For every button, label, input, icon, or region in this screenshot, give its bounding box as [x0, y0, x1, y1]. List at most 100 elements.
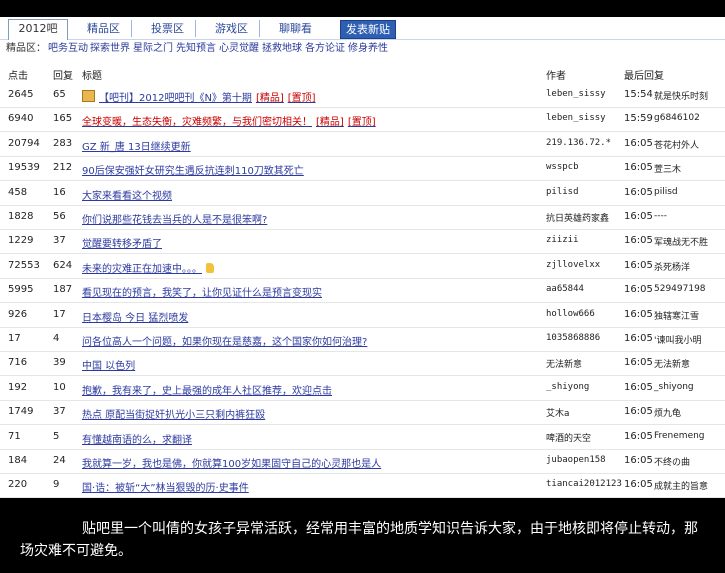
last-reply-user[interactable]: 成就主的旨意	[654, 479, 708, 492]
reply-count: 65	[53, 89, 66, 100]
thread-title-text: 中国 以色列	[82, 361, 136, 373]
thread-title-link[interactable]: 你们说那些花钱去当兵的人是不是很笨啊?	[82, 211, 267, 226]
thread-title-text: 我就算一岁，我也是佛，你就算100岁如果固守自己的心灵那也是人	[82, 459, 382, 470]
last-reply-user[interactable]: 就是快乐时刻	[654, 89, 708, 102]
tab-chat[interactable]: 聊聊看	[268, 20, 323, 37]
last-reply-user[interactable]: 不终の曲	[654, 455, 690, 468]
subnav-item[interactable]: 探索世界	[90, 39, 130, 59]
tab-featured[interactable]: 精品区	[76, 20, 132, 37]
author-link[interactable]: leben_sissy	[546, 89, 606, 99]
thread-row[interactable]: 20794 283 GZ 新_唐 13日继续更新 219.136.72.* 16:05 苍…	[0, 132, 725, 157]
author-link[interactable]: 抗日英雄药家鑫	[546, 211, 609, 224]
author-link[interactable]: zjllovelxx	[546, 260, 600, 270]
thread-row[interactable]: 184 24 我就算一岁，我也是佛，你就算100岁如果固守自己的心灵那也是人 juba…	[0, 449, 725, 474]
subnav-item[interactable]: 吧务互动	[48, 39, 88, 59]
author-link[interactable]: 1035868886	[546, 333, 600, 343]
author-link[interactable]: jubaopen158	[546, 455, 606, 465]
last-reply-user[interactable]: '谏叫我小明	[654, 333, 701, 346]
thread-row[interactable]: 72553 624 未来的灾难正在加速中。。。 zjllovelxx 16:05 杀死杨洋	[0, 254, 725, 279]
click-count: 1749	[8, 406, 34, 418]
thread-row[interactable]: 926 17 日本樱岛 今日 猛烈喷发 hollow666 16:05 独辖寒江雪	[0, 303, 725, 328]
last-reply-user[interactable]: 独辖寒江雪	[654, 309, 699, 322]
caption-text: 贴吧里一个叫倩的女孩子异常活跃，经常用丰富的地质学知识告诉大家，由于地核即将停止…	[20, 518, 710, 562]
new-post-button[interactable]: 发表新贴	[340, 20, 396, 39]
last-reply-user[interactable]: g6846102	[654, 113, 700, 123]
thread-title-text: 全球变暖，生态失衡，灾难频繁，与我们密切相关！	[82, 117, 312, 129]
last-reply-user[interactable]: pilisd	[654, 187, 678, 197]
thread-row[interactable]: 19539 212 90后保安强奸女研究生遇反抗连刺110刀致其死亡 wsspcb 16…	[0, 156, 725, 182]
subnav-item[interactable]: 各方论证	[305, 39, 345, 59]
thread-title-link[interactable]: 有懂越南语的么，求翻译	[82, 431, 192, 446]
last-reply-time: 16:05	[624, 430, 653, 442]
last-reply-user[interactable]: Frenemeng	[654, 431, 705, 441]
thread-row[interactable]: 192 10 抱歉，我有来了，史上最强的成年人社区推荐，欢迎点击 _shiyong 16…	[0, 376, 725, 401]
thread-title-link[interactable]: 问各位高人一个问题，如果你现在是慈嘉，这个国家你如何治理?	[82, 333, 367, 348]
author-link[interactable]: _shiyong	[546, 382, 589, 392]
author-link[interactable]: hollow666	[546, 309, 595, 319]
author-link[interactable]: 219.136.72.*	[546, 138, 611, 148]
last-reply-time: 16:05	[624, 308, 653, 320]
thread-title-link[interactable]: 【吧刊】2012吧吧刊《N》第十期 [精品] [置顶]	[82, 89, 316, 104]
thread-title-link[interactable]: 全球变暖，生态失衡，灾难频繁，与我们密切相关！ [精品] [置顶]	[82, 113, 376, 128]
click-count: 71	[8, 430, 21, 442]
last-reply-user[interactable]: 无法新意	[654, 357, 690, 370]
click-count: 20794	[8, 137, 40, 149]
thread-title-link[interactable]: 中国 以色列	[82, 357, 135, 372]
author-link[interactable]: aa65844	[546, 284, 584, 294]
subnav-item[interactable]: 先知预言	[176, 39, 216, 59]
thread-title-link[interactable]: 90后保安强奸女研究生遇反抗连刺110刀致其死亡	[82, 162, 304, 177]
author-link[interactable]: wsspcb	[546, 162, 579, 172]
click-count: 926	[8, 308, 28, 320]
last-reply-user[interactable]: 杀死杨洋	[654, 260, 690, 273]
thread-row[interactable]: 716 39 中国 以色列 无法新意 16:05 无法新意	[0, 351, 725, 377]
click-count: 2645	[8, 89, 34, 100]
author-link[interactable]: leben_sissy	[546, 113, 606, 123]
thread-title-link[interactable]: 国·诰：被斩“大”林当狠毁的历·史事件	[82, 479, 249, 494]
reply-count: 283	[53, 137, 73, 149]
last-reply-user[interactable]: 萱三木	[654, 162, 681, 175]
last-reply-user[interactable]: 529497198	[654, 284, 706, 294]
author-link[interactable]: 无法新意	[546, 357, 582, 370]
author-link[interactable]: 啤酒的天空	[546, 431, 591, 444]
author-link[interactable]: ziizii	[546, 235, 579, 245]
thread-row[interactable]: 2645 65 【吧刊】2012吧吧刊《N》第十期 [精品] [置顶] leben_sis…	[0, 83, 725, 108]
tab-vote[interactable]: 投票区	[140, 20, 196, 37]
subnav-item[interactable]: 拯救地球	[262, 39, 302, 59]
thread-row[interactable]: 1229 37 觉醒要转移矛盾了 ziizii 16:05 军魂战无不胜	[0, 229, 725, 255]
thread-row[interactable]: 5995 187 看见现在的预言，我笑了，让你见证什么是预言变现实 aa65844 16…	[0, 278, 725, 304]
thread-row[interactable]: 6940 165 全球变暖，生态失衡，灾难频繁，与我们密切相关！ [精品] [置顶] le…	[0, 107, 725, 133]
thread-title-link[interactable]: 未来的灾难正在加速中。。。	[82, 260, 214, 275]
thread-title-link[interactable]: GZ 新_唐 13日继续更新	[82, 138, 191, 153]
tab-2012[interactable]: 2012吧	[8, 19, 68, 40]
author-link[interactable]: 艾木a	[546, 406, 569, 419]
last-reply-user[interactable]: ----	[654, 211, 667, 221]
last-reply-user[interactable]: _shiyong	[654, 382, 694, 392]
author-link[interactable]: pilisd	[546, 187, 579, 197]
thread-row[interactable]: 220 9 国·诰：被斩“大”林当狠毁的历·史事件 tiancai2012123 16:…	[0, 473, 725, 499]
thread-title-text: 90后保安强奸女研究生遇反抗连刺110刀致其死亡	[82, 166, 304, 178]
tab-game[interactable]: 游戏区	[204, 20, 260, 37]
subnav-item[interactable]: 星际之门	[133, 39, 173, 59]
thread-row[interactable]: 1828 56 你们说那些花钱去当兵的人是不是很笨啊? 抗日英雄药家鑫 16:05 ---…	[0, 205, 725, 230]
thread-title-link[interactable]: 热点 原配当街捉奸扒光小三只剩内裤狂殴	[82, 406, 265, 421]
last-reply-user[interactable]: 苍花村外人	[654, 138, 699, 151]
thread-title-link[interactable]: 觉醒要转移矛盾了	[82, 235, 162, 250]
last-reply-user[interactable]: 军魂战无不胜	[654, 235, 708, 248]
thread-title-link[interactable]: 日本樱岛 今日 猛烈喷发	[82, 309, 188, 324]
thread-title-link[interactable]: 看见现在的预言，我笑了，让你见证什么是预言变现实	[82, 284, 322, 299]
thread-row[interactable]: 458 16 大家来看看这个视频 pilisd 16:05 pilisd	[0, 181, 725, 206]
thumbs-up-icon	[206, 262, 214, 273]
thread-title-text: 日本樱岛 今日 猛烈喷发	[82, 312, 189, 324]
thread-title-link[interactable]: 大家来看看这个视频	[82, 187, 172, 202]
thread-title-link[interactable]: 我就算一岁，我也是佛，你就算100岁如果固守自己的心灵那也是人	[82, 455, 381, 470]
subnav-item[interactable]: 心灵觉醒	[219, 39, 259, 59]
thread-row[interactable]: 1749 37 热点 原配当街捉奸扒光小三只剩内裤狂殴 艾木a 16:05 烦九龟	[0, 400, 725, 426]
subnav-item[interactable]: 修身养性	[348, 39, 388, 59]
click-count: 458	[8, 186, 28, 198]
thread-row[interactable]: 71 5 有懂越南语的么，求翻译 啤酒的天空 16:05 Frenemeng	[0, 425, 725, 450]
last-reply-user[interactable]: 烦九龟	[654, 406, 681, 419]
author-link[interactable]: tiancai2012123	[546, 479, 622, 489]
click-count: 716	[8, 357, 28, 369]
thread-title-link[interactable]: 抱歉，我有来了，史上最强的成年人社区推荐，欢迎点击	[82, 382, 332, 397]
thread-row[interactable]: 17 4 问各位高人一个问题，如果你现在是慈嘉，这个国家你如何治理? 10358688…	[0, 327, 725, 352]
